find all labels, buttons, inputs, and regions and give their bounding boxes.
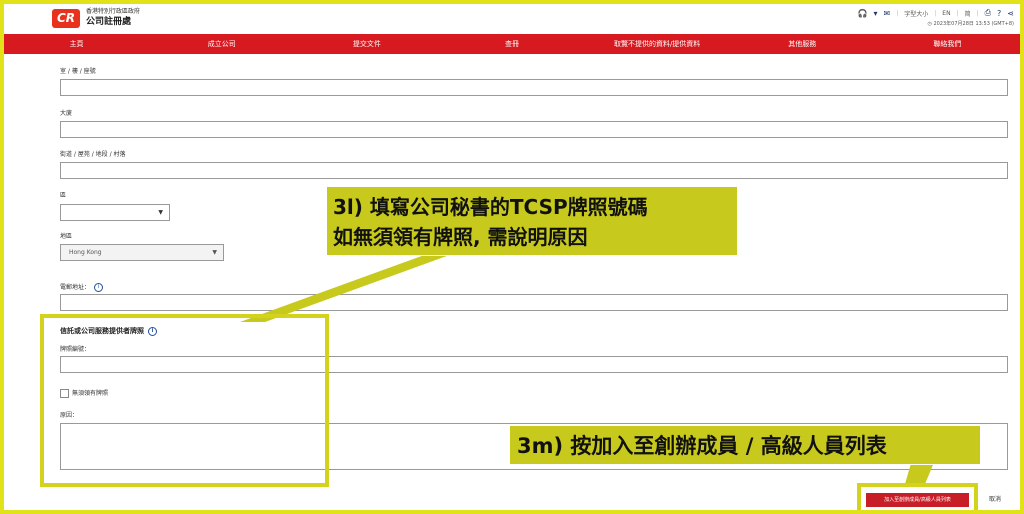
connector-1: [240, 253, 455, 322]
button-highlight-box: [857, 483, 978, 514]
callout-3m: 3m) 按加入至創辦成員 / 高級人員列表: [509, 425, 981, 465]
callout-3l-line2: 如無須領有牌照, 需說明原因: [333, 225, 588, 249]
callout-3l: 3l) 填寫公司秘書的TCSP牌照號碼 如無須領有牌照, 需說明原因: [326, 186, 738, 256]
tcsp-highlight-box: [40, 314, 329, 487]
callout-3l-line1: 3l) 填寫公司秘書的TCSP牌照號碼: [333, 195, 648, 219]
